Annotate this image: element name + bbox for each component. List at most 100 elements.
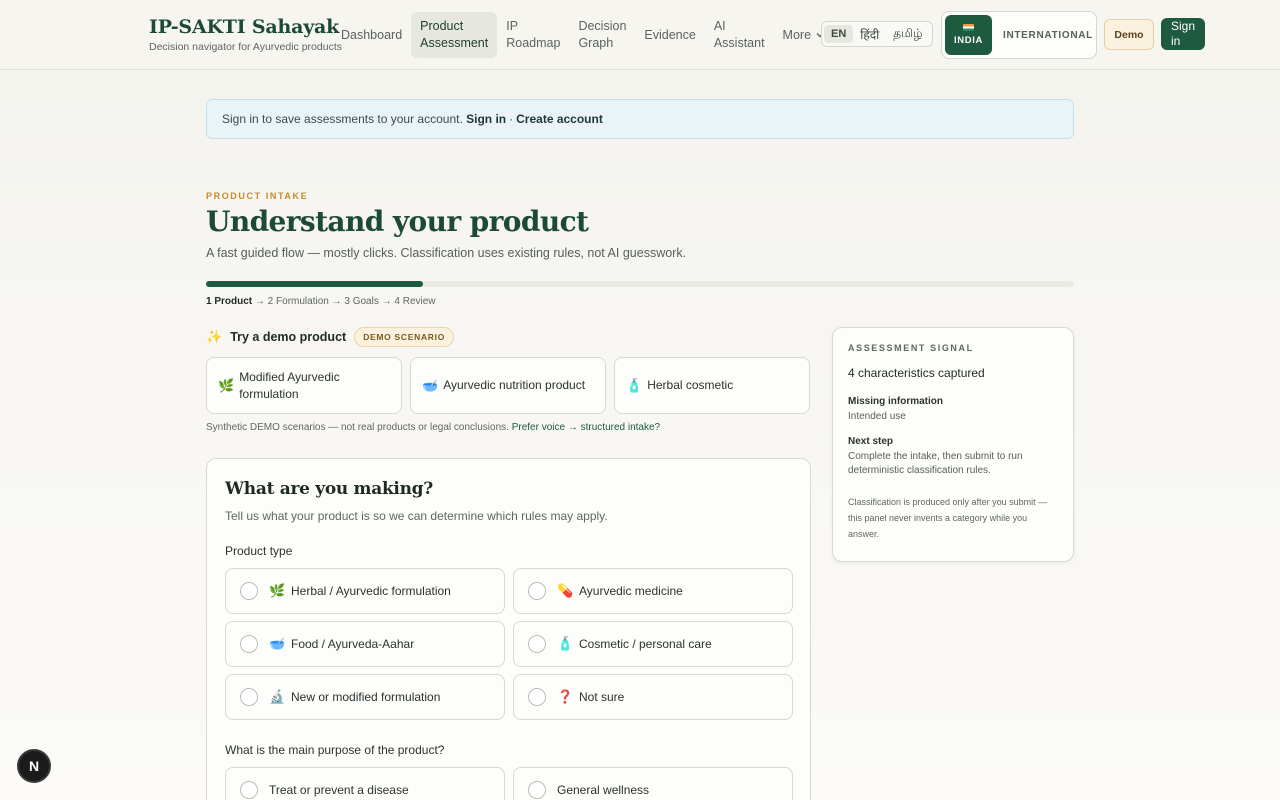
demo-button[interactable]: Demo	[1104, 19, 1154, 50]
brand[interactable]: IP-SAKTI Sahayak Decision navigator for …	[149, 16, 342, 53]
language-switcher: EN हिंदी தமிழ்	[821, 21, 933, 47]
radio-button[interactable]	[528, 582, 546, 600]
region-india-label: INDIA	[954, 35, 983, 46]
option-not-sure[interactable]: ❓ Not sure	[513, 674, 793, 720]
demo-card-label: Herbal cosmetic	[647, 378, 734, 392]
nav-label: AI Assistant	[713, 19, 765, 50]
sign-in-banner: Sign in to save assessments to your acco…	[206, 99, 1074, 139]
bowl-icon: 🥣	[422, 378, 439, 393]
option-cosmetic[interactable]: 🧴 Cosmetic / personal care	[513, 621, 793, 667]
progress-bar	[206, 281, 1074, 287]
option-food-aahar[interactable]: 🥣 Food / Ayurveda-Aahar	[225, 621, 505, 667]
nav-label: Decision Graph	[578, 19, 627, 50]
radio-button[interactable]	[528, 688, 546, 706]
option-label: General wellness	[557, 783, 650, 797]
india-flag-icon	[962, 24, 974, 31]
banner-separator: ·	[509, 112, 514, 126]
demo-scenario-badge: DEMO SCENARIO	[354, 327, 455, 347]
lotion-bottle-icon: 🧴	[626, 378, 643, 393]
demo-note-text: Synthetic DEMO scenarios — not real prod…	[206, 422, 509, 433]
radio-button[interactable]	[528, 635, 546, 653]
sign-in-button[interactable]: Sign in	[1161, 18, 1205, 50]
demo-heading: Try a demo product	[230, 330, 347, 344]
sparkle-icon: ✨	[206, 329, 223, 344]
section-eyebrow: PRODUCT INTAKE	[206, 191, 309, 201]
option-general-wellness[interactable]: General wellness	[513, 767, 793, 800]
top-navigation-bar: IP-SAKTI Sahayak Decision navigator for …	[0, 0, 1280, 70]
option-label: Not sure	[579, 690, 625, 704]
next-step-value: Complete the intake, then submit to run …	[848, 451, 1023, 476]
pill-icon: 💊	[557, 583, 574, 598]
demo-disclaimer: Synthetic DEMO scenarios — not real prod…	[206, 422, 660, 433]
radio-button[interactable]	[240, 688, 258, 706]
region-international-button[interactable]: INTERNATIONAL	[1003, 30, 1093, 41]
option-new-formulation[interactable]: 🔬 New or modified formulation	[225, 674, 505, 720]
region-india-button[interactable]: INDIA	[945, 15, 992, 55]
nav-ai-assistant[interactable]: AI Assistant	[705, 12, 774, 58]
option-label: Herbal / Ayurvedic formulation	[291, 584, 451, 598]
option-label: New or modified formulation	[291, 690, 441, 704]
demo-card-nutrition-product[interactable]: 🥣 Ayurvedic nutrition product	[410, 357, 606, 414]
option-label: Ayurvedic medicine	[579, 584, 683, 598]
sign-in-label: Sign in	[1171, 19, 1196, 48]
characteristics-count: 4 characteristics captured	[848, 366, 985, 380]
option-ayurvedic-medicine[interactable]: 💊 Ayurvedic medicine	[513, 568, 793, 614]
demo-card-label: Ayurvedic nutrition product	[443, 378, 586, 392]
option-label: Food / Ayurveda-Aahar	[291, 637, 415, 651]
demo-card-label: Modified Ayurvedic formulation	[239, 369, 340, 401]
banner-create-account-link[interactable]: Create account	[516, 112, 603, 126]
nav-product-assessment[interactable]: Product Assessment	[411, 12, 498, 58]
purpose-label: What is the main purpose of the product?	[225, 743, 445, 757]
page-title: Understand your product	[206, 205, 589, 238]
radio-button[interactable]	[240, 635, 258, 653]
panel-fine-print: Classification is produced only after yo…	[848, 497, 1048, 539]
option-label: Treat or prevent a disease	[269, 783, 409, 797]
nav-decision-graph[interactable]: Decision Graph	[569, 12, 635, 58]
remaining-steps: → 2 Formulation → 3 Goals → 4 Review	[252, 296, 436, 307]
missing-info-value: Intended use	[848, 411, 906, 422]
app-subtitle: Decision navigator for Ayurvedic product…	[149, 41, 342, 53]
nav-dashboard[interactable]: Dashboard	[332, 12, 411, 58]
progress-fill	[206, 281, 423, 287]
radio-button[interactable]	[528, 781, 546, 799]
lang-hindi[interactable]: हिंदी	[853, 23, 886, 46]
current-step: 1 Product	[206, 296, 253, 307]
product-type-label: Product type	[225, 544, 293, 558]
demo-header: ✨ Try a demo product DEMO SCENARIO	[206, 327, 455, 347]
form-subtitle: Tell us what your product is so we can d…	[225, 509, 608, 523]
option-herbal-ayurvedic[interactable]: 🌿 Herbal / Ayurvedic formulation	[225, 568, 505, 614]
nav-evidence[interactable]: Evidence	[635, 12, 704, 58]
demo-card-modified-formulation[interactable]: 🌿 Modified Ayurvedic formulation	[206, 357, 402, 414]
radio-button[interactable]	[240, 582, 258, 600]
nav-label: Dashboard	[341, 27, 403, 42]
option-label: Cosmetic / personal care	[579, 637, 712, 651]
microscope-icon: 🔬	[269, 689, 286, 704]
nav-label: IP Roadmap	[506, 19, 561, 50]
nav-label: Evidence	[644, 27, 696, 42]
option-treat-disease[interactable]: Treat or prevent a disease	[225, 767, 505, 800]
lang-tamil[interactable]: தமிழ்	[886, 23, 929, 45]
radio-button[interactable]	[240, 781, 258, 799]
lang-en[interactable]: EN	[824, 25, 854, 43]
leaf-icon: 🌿	[218, 378, 235, 393]
form-title: What are you making?	[225, 479, 433, 499]
missing-info-heading: Missing information	[848, 396, 943, 407]
assessment-signal-panel: ASSESSMENT SIGNAL 4 characteristics capt…	[832, 327, 1074, 562]
nav-ip-roadmap[interactable]: IP Roadmap	[497, 12, 569, 58]
next-step-heading: Next step	[848, 436, 894, 447]
demo-card-herbal-cosmetic[interactable]: 🧴 Herbal cosmetic	[614, 357, 810, 414]
bowl-icon: 🥣	[269, 636, 286, 651]
nav-label: More	[782, 27, 812, 42]
app-title: IP-SAKTI Sahayak	[149, 16, 340, 38]
product-form-card: What are you making? Tell us what your p…	[206, 458, 811, 800]
page-subtitle: A fast guided flow — mostly clicks. Clas…	[206, 246, 687, 260]
region-switcher: INDIA INTERNATIONAL	[941, 11, 1097, 59]
question-mark-icon: ❓	[557, 689, 574, 704]
dev-tools-button[interactable]: N	[17, 749, 51, 783]
banner-sign-in-link[interactable]: Sign in	[466, 112, 506, 126]
voice-intake-link[interactable]: Prefer voice → structured intake?	[512, 422, 660, 433]
nav-label: Product Assessment	[420, 19, 489, 50]
leaf-icon: 🌿	[269, 583, 286, 598]
banner-text: Sign in to save assessments to your acco…	[222, 112, 463, 126]
lotion-bottle-icon: 🧴	[557, 636, 574, 651]
